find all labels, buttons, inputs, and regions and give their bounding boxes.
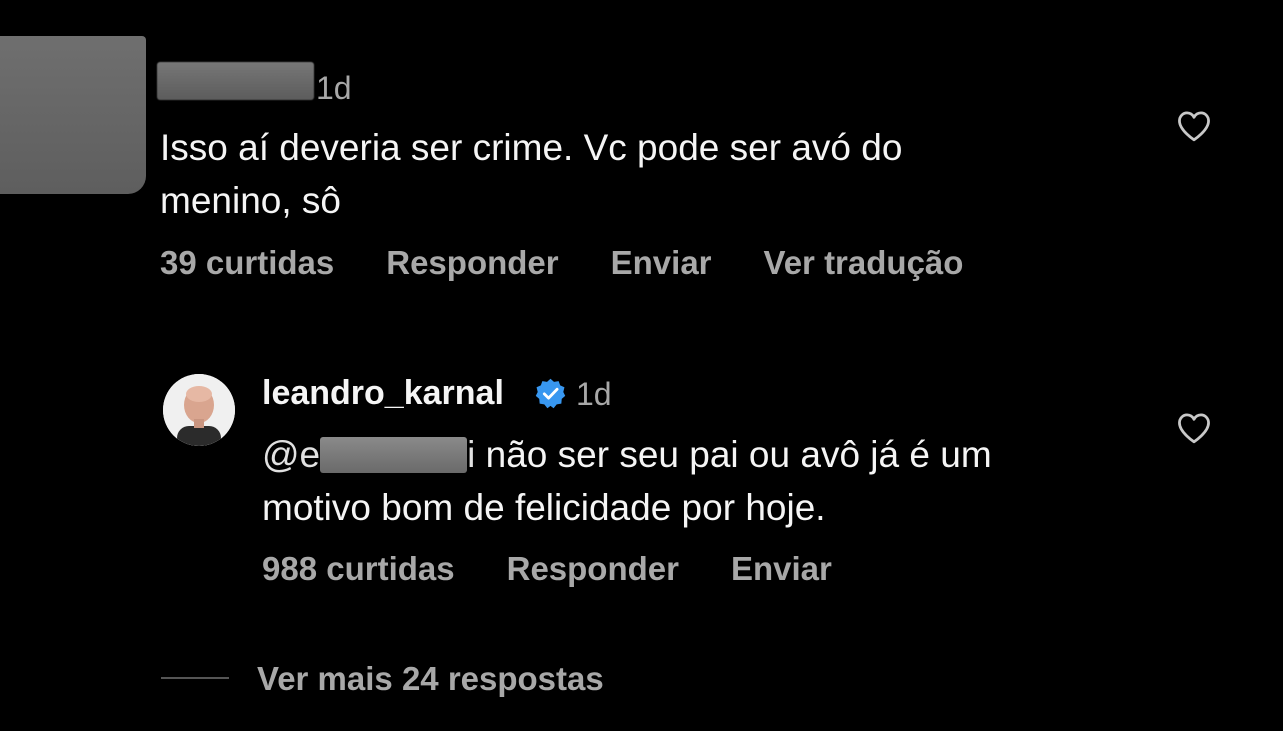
translate-button[interactable]: Ver tradução [764,244,964,282]
send-button[interactable]: Enviar [611,244,712,282]
heart-icon[interactable] [1176,110,1212,142]
redacted-username[interactable] [157,62,314,100]
reply-time: 1d [576,376,612,412]
reply-button[interactable]: Responder [386,244,558,282]
reply-text-line-1-rest: não ser seu pai ou avô já é um [475,434,992,475]
avatar[interactable] [163,374,235,446]
reply-text-line-2: motivo bom de felicidade por hoje. [262,487,826,528]
comment-actions: 39 curtidas Responder Enviar Ver traduçã… [160,244,963,282]
heart-icon[interactable] [1176,412,1212,444]
redacted-avatar[interactable] [0,36,146,194]
mention-prefix[interactable]: @e [262,434,320,475]
comment-time: 1d [316,70,352,106]
redacted-mention [320,437,468,473]
comment-text-line-2: menino, sô [160,180,341,221]
comment-text: Isso aí deveria ser crime. Vc pode ser a… [160,121,902,227]
verified-badge-icon [535,378,566,409]
send-button[interactable]: Enviar [731,550,832,588]
view-more-replies-button[interactable]: Ver mais 24 respostas [257,660,604,698]
likes-count[interactable]: 988 curtidas [262,550,455,588]
divider [161,677,229,679]
reply-text: @e i não ser seu pai ou avô já é um motiv… [262,428,992,534]
comment-text-line-1: Isso aí deveria ser crime. Vc pode ser a… [160,127,903,168]
likes-count[interactable]: 39 curtidas [160,244,334,282]
reply-actions: 988 curtidas Responder Enviar [262,550,832,588]
reply-text-line-1: @e i não ser seu pai ou avô já é um [262,428,992,481]
reply-username[interactable]: leandro_karnal [262,374,504,413]
reply-button[interactable]: Responder [507,550,679,588]
